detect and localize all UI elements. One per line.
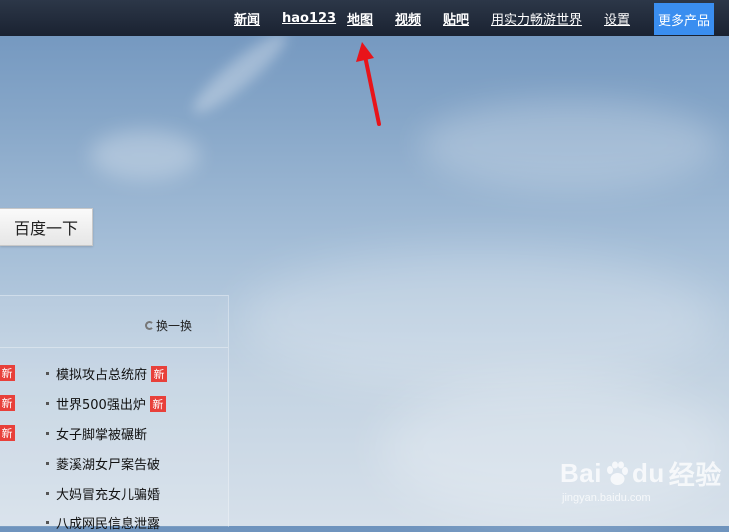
- hot-item-title[interactable]: 女子脚掌被碾断: [56, 424, 147, 443]
- hot-item[interactable]: 世界500强出炉 新: [46, 394, 166, 413]
- bullet: [46, 462, 49, 465]
- nav-item-video[interactable]: 视频: [395, 0, 421, 36]
- hot-item[interactable]: 模拟攻占总统府 新: [46, 364, 168, 383]
- new-badge: 新: [151, 365, 168, 382]
- new-badge: 新: [149, 395, 166, 412]
- cloud: [420, 100, 720, 190]
- watermark-brand-cn: 经验: [668, 460, 722, 490]
- refresh-label: 换一换: [156, 319, 193, 333]
- hot-item-title[interactable]: 世界500强出炉: [56, 394, 146, 413]
- cloud: [185, 24, 295, 122]
- bullet: [46, 432, 49, 435]
- nav-link-settings[interactable]: 设置: [604, 9, 630, 28]
- nav-link-promo[interactable]: 用实力畅游世界: [491, 9, 582, 28]
- hot-item[interactable]: 八成网民信息泄露: [46, 513, 160, 532]
- nav-link-news[interactable]: 新闻: [234, 9, 260, 28]
- bullet: [46, 402, 49, 405]
- new-badge: 新: [0, 395, 15, 411]
- nav-item-news[interactable]: 新闻: [234, 0, 260, 36]
- new-badge: 新: [0, 365, 15, 381]
- new-badge: 新: [0, 425, 15, 441]
- search-button[interactable]: 百度一下: [0, 208, 93, 246]
- nav-link-map[interactable]: 地图: [347, 9, 373, 28]
- nav-item-settings[interactable]: 设置: [604, 0, 630, 36]
- refresh-button[interactable]: 换一换: [145, 317, 192, 334]
- hot-item-title[interactable]: 八成网民信息泄露: [56, 513, 160, 532]
- bullet: [46, 521, 49, 524]
- refresh-icon: [145, 321, 154, 330]
- bullet: [46, 372, 49, 375]
- nav-item-hao123[interactable]: hao123: [282, 0, 336, 36]
- nav-link-tieba[interactable]: 贴吧: [443, 9, 469, 28]
- hot-item-title[interactable]: 大妈冒充女儿骗婚: [56, 484, 160, 503]
- hot-item[interactable]: 大妈冒充女儿骗婚: [46, 484, 160, 503]
- watermark-brand-right: du: [631, 458, 665, 488]
- top-nav-bar: 新闻 hao123 地图 视频 贴吧 用实力畅游世界 设置 更多产品: [0, 0, 729, 36]
- nav-link-hao123[interactable]: hao123: [282, 11, 336, 26]
- nav-item-promo[interactable]: 用实力畅游世界: [491, 0, 582, 36]
- nav-item-tieba[interactable]: 贴吧: [443, 0, 469, 36]
- nav-item-map[interactable]: 地图: [347, 0, 373, 36]
- cloud: [90, 130, 200, 180]
- hot-item[interactable]: 菱溪湖女尸案告破: [46, 454, 160, 473]
- bullet: [46, 492, 49, 495]
- baidu-jingyan-watermark: Bai du 经验 jingyan.baidu.com: [560, 455, 722, 504]
- nav-link-video[interactable]: 视频: [395, 9, 421, 28]
- watermark-brand-left: Bai: [560, 458, 602, 488]
- hot-item-title[interactable]: 模拟攻占总统府: [56, 364, 147, 383]
- hot-item[interactable]: 女子脚掌被碾断: [46, 424, 147, 443]
- annotation-arrow-icon: [356, 42, 381, 126]
- hot-item-title[interactable]: 菱溪湖女尸案告破: [56, 454, 160, 473]
- panel-divider: [0, 347, 228, 348]
- watermark-url: jingyan.baidu.com: [562, 492, 651, 504]
- cloud: [240, 250, 720, 390]
- more-products-button[interactable]: 更多产品: [654, 3, 714, 35]
- paw-icon: [606, 461, 628, 485]
